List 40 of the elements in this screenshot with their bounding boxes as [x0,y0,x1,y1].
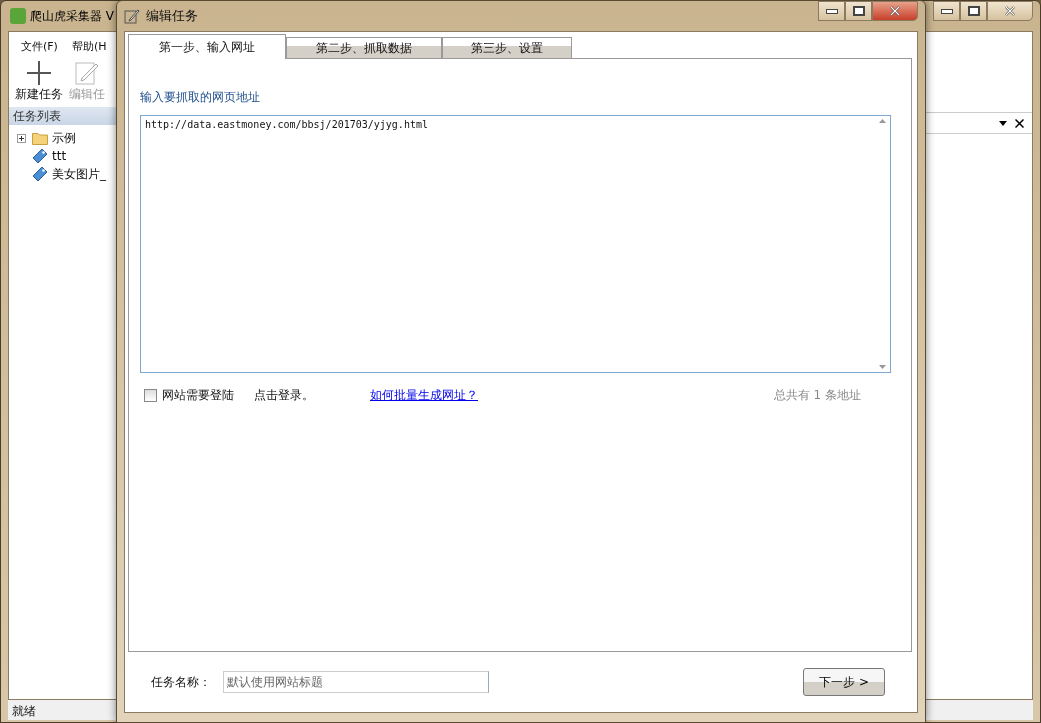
minimize-button[interactable] [933,1,960,21]
pencil-icon [124,8,140,24]
url-textarea[interactable]: http://data.eastmoney.com/bbsj/201703/yjyg.html [140,115,891,373]
login-hint[interactable]: 点击登录。 [254,387,314,404]
window-title: 爬山虎采集器 V [30,7,115,25]
url-count: 总共有 1 条地址 [773,387,861,404]
tree-item[interactable]: 美女图片_ [52,165,106,183]
tab[interactable]: 第一步、输入网址 [128,34,286,59]
folder-icon [32,131,48,145]
menu-item[interactable]: 帮助(H [71,39,107,54]
next-button[interactable]: 下一步 > [803,668,885,696]
expand-icon[interactable] [17,133,26,143]
maximize-button[interactable] [960,1,987,21]
tree-item[interactable]: 示例 [52,129,76,147]
close-icon [890,6,900,16]
toolbar-button[interactable]: 新建任务 [15,60,63,103]
menu-item[interactable]: 文件(F) [21,39,58,54]
tag-icon [32,148,48,164]
minimize-button[interactable] [818,1,845,21]
task-name-field[interactable]: 默认使用网站标题 [223,671,489,693]
scroll-down-icon[interactable] [878,365,886,369]
tag-icon [32,166,48,182]
checkbox-label[interactable]: 网站需要登陆 [162,387,234,404]
dropdown-arrow-icon[interactable] [999,120,1007,126]
task-name-label: 任务名称： [151,673,211,691]
help-link[interactable]: 如何批量生成网址？ [370,387,478,404]
close-icon [1005,6,1015,16]
app-logo-icon [10,8,26,24]
scroll-up-icon[interactable] [878,119,886,123]
url-label: 输入要抓取的网页地址 [140,89,261,106]
panel-header: 任务列表 [9,107,117,125]
tree-item[interactable]: ttt [52,149,67,163]
dialog-title: 编辑任务 [146,7,198,25]
tab[interactable]: 第二步、抓取数据 [286,37,442,58]
pencil-icon [74,60,100,86]
checkbox[interactable] [144,389,157,402]
maximize-button[interactable] [845,1,872,21]
plus-icon [26,60,52,86]
close-icon[interactable] [1015,118,1024,128]
tab[interactable]: 第三步、设置 [442,37,572,58]
